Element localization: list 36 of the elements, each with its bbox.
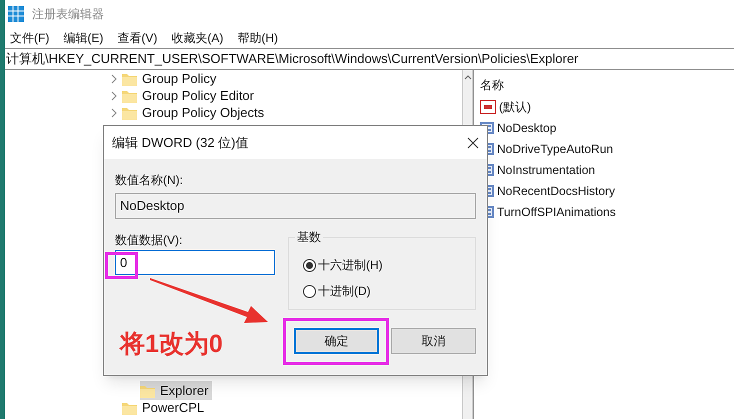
- folder-icon: [122, 72, 137, 86]
- folder-icon: [140, 384, 155, 398]
- menu-item[interactable]: 查看(V): [117, 29, 158, 47]
- menu-item[interactable]: 文件(F): [10, 29, 50, 47]
- value-row[interactable]: (默认): [480, 96, 734, 117]
- annotation-text: 将1改为0: [120, 329, 223, 360]
- folder-icon: [122, 106, 137, 120]
- dialog-title: 编辑 DWORD (32 位)值: [112, 134, 248, 152]
- folder-icon: [122, 400, 137, 414]
- column-header[interactable]: 名称: [480, 76, 734, 96]
- menu-item[interactable]: 编辑(E): [63, 29, 104, 47]
- string-value-icon: [480, 100, 496, 114]
- field-label: 数值数据(V):: [115, 232, 184, 249]
- dialog-button[interactable]: 确定: [294, 328, 379, 354]
- registry-app-icon: [8, 6, 24, 22]
- folder-icon: [122, 88, 137, 102]
- menu-item[interactable]: 帮助(H): [237, 29, 278, 47]
- arrow-icon: [148, 276, 270, 326]
- tree-item[interactable]: Group Policy: [122, 68, 220, 88]
- tree-item[interactable]: PowerCPL: [122, 398, 208, 418]
- window-title: 注册表编辑器: [32, 6, 104, 23]
- scroll-up-icon[interactable]: [464, 74, 472, 80]
- address-bar[interactable]: 计算机\HKEY_CURRENT_USER\SOFTWARE\Microsoft\Windows\CurrentVersion\Policies\Explorer: [5, 48, 734, 70]
- close-icon[interactable]: [467, 136, 479, 148]
- highlight-frame: [105, 252, 138, 279]
- value-name-field: NoDesktop: [115, 193, 476, 219]
- group-title: 基数: [295, 228, 323, 246]
- value-data-field[interactable]: 0: [115, 250, 275, 275]
- dialog-button[interactable]: 取消: [391, 328, 476, 354]
- tree-item[interactable]: Explorer: [140, 380, 212, 400]
- tree-item[interactable]: Group Policy Objects: [122, 102, 268, 122]
- radio-option[interactable]: 十六进制(H): [303, 256, 475, 274]
- field-label: 数值名称(N):: [115, 172, 184, 189]
- radio-option[interactable]: 十进制(D): [303, 282, 475, 300]
- menu-item[interactable]: 收藏夹(A): [171, 29, 224, 47]
- tree-item[interactable]: Group Policy Editor: [122, 86, 258, 106]
